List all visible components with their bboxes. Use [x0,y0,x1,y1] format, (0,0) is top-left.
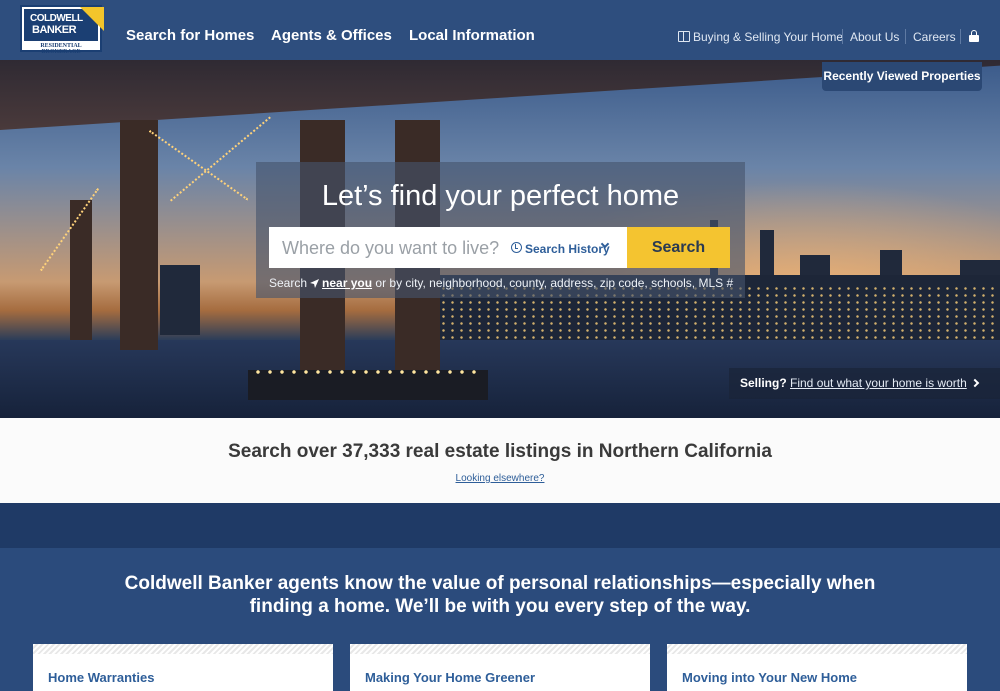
nav-buying-selling[interactable]: Buying & Selling Your Home [693,30,843,44]
recently-viewed-button[interactable]: Recently Viewed Properties [822,62,982,91]
home-worth-link[interactable]: Find out what your home is worth [790,376,967,390]
selling-banner: Selling? Find out what your home is wort… [729,368,1000,399]
card-title: Home Warranties [48,670,155,685]
near-you-link[interactable]: near you [322,276,372,290]
location-arrow-icon [310,279,320,288]
coldwell-banker-logo[interactable]: COLDWELL BANKER RESIDENTIAL BROKERAGE [20,5,104,55]
logo-subtitle: RESIDENTIAL BROKERAGE [40,43,82,55]
about-heading: Coldwell Banker agents know the value of… [124,573,876,617]
nav-divider [905,29,906,44]
logo-text-line2: BANKER [32,24,77,36]
listings-count-title: Search over 37,333 real estate listings … [228,441,772,462]
location-search-input[interactable]: Where do you want to live? Search Histor… [269,227,627,268]
card-greener-home[interactable]: Making Your Home Greener [350,644,650,691]
nav-agents-offices[interactable]: Agents & Offices [271,27,392,44]
search-placeholder: Where do you want to live? [282,238,500,258]
search-panel: Let’s find your perfect home Where do yo… [256,162,745,298]
card-title: Making Your Home Greener [365,670,536,685]
book-icon [678,31,690,42]
search-history-dropdown[interactable]: Search History [525,242,610,256]
nav-careers[interactable]: Careers [913,30,956,44]
search-button[interactable]: Search [627,227,730,268]
nav-local-information[interactable]: Local Information [409,27,535,44]
site-header: COLDWELL BANKER RESIDENTIAL BROKERAGE Se… [0,0,1000,60]
card-home-warranties[interactable]: Home Warranties [33,644,333,691]
nav-search-for-homes[interactable]: Search for Homes [126,27,254,44]
search-heading: Let’s find your perfect home [321,180,680,212]
chevron-right-icon [970,378,980,388]
lock-icon[interactable] [969,30,979,42]
clock-icon [511,242,522,253]
section-divider-band [0,503,1000,548]
looking-elsewhere-link[interactable]: Looking elsewhere? [0,473,1000,484]
card-moving-home[interactable]: Moving into Your New Home [667,644,967,691]
selling-label: Selling? [740,376,787,390]
about-section: Coldwell Banker agents know the value of… [0,548,1000,691]
nav-divider [842,29,843,44]
nav-divider [960,29,961,44]
logo-text-line1: COLDWELL [30,13,83,24]
card-title: Moving into Your New Home [682,670,858,685]
listings-summary: Search over 37,333 real estate listings … [0,418,1000,503]
search-hint: Search near you or by city, neighborhood,… [269,276,734,290]
nav-about-us[interactable]: About Us [850,30,899,44]
